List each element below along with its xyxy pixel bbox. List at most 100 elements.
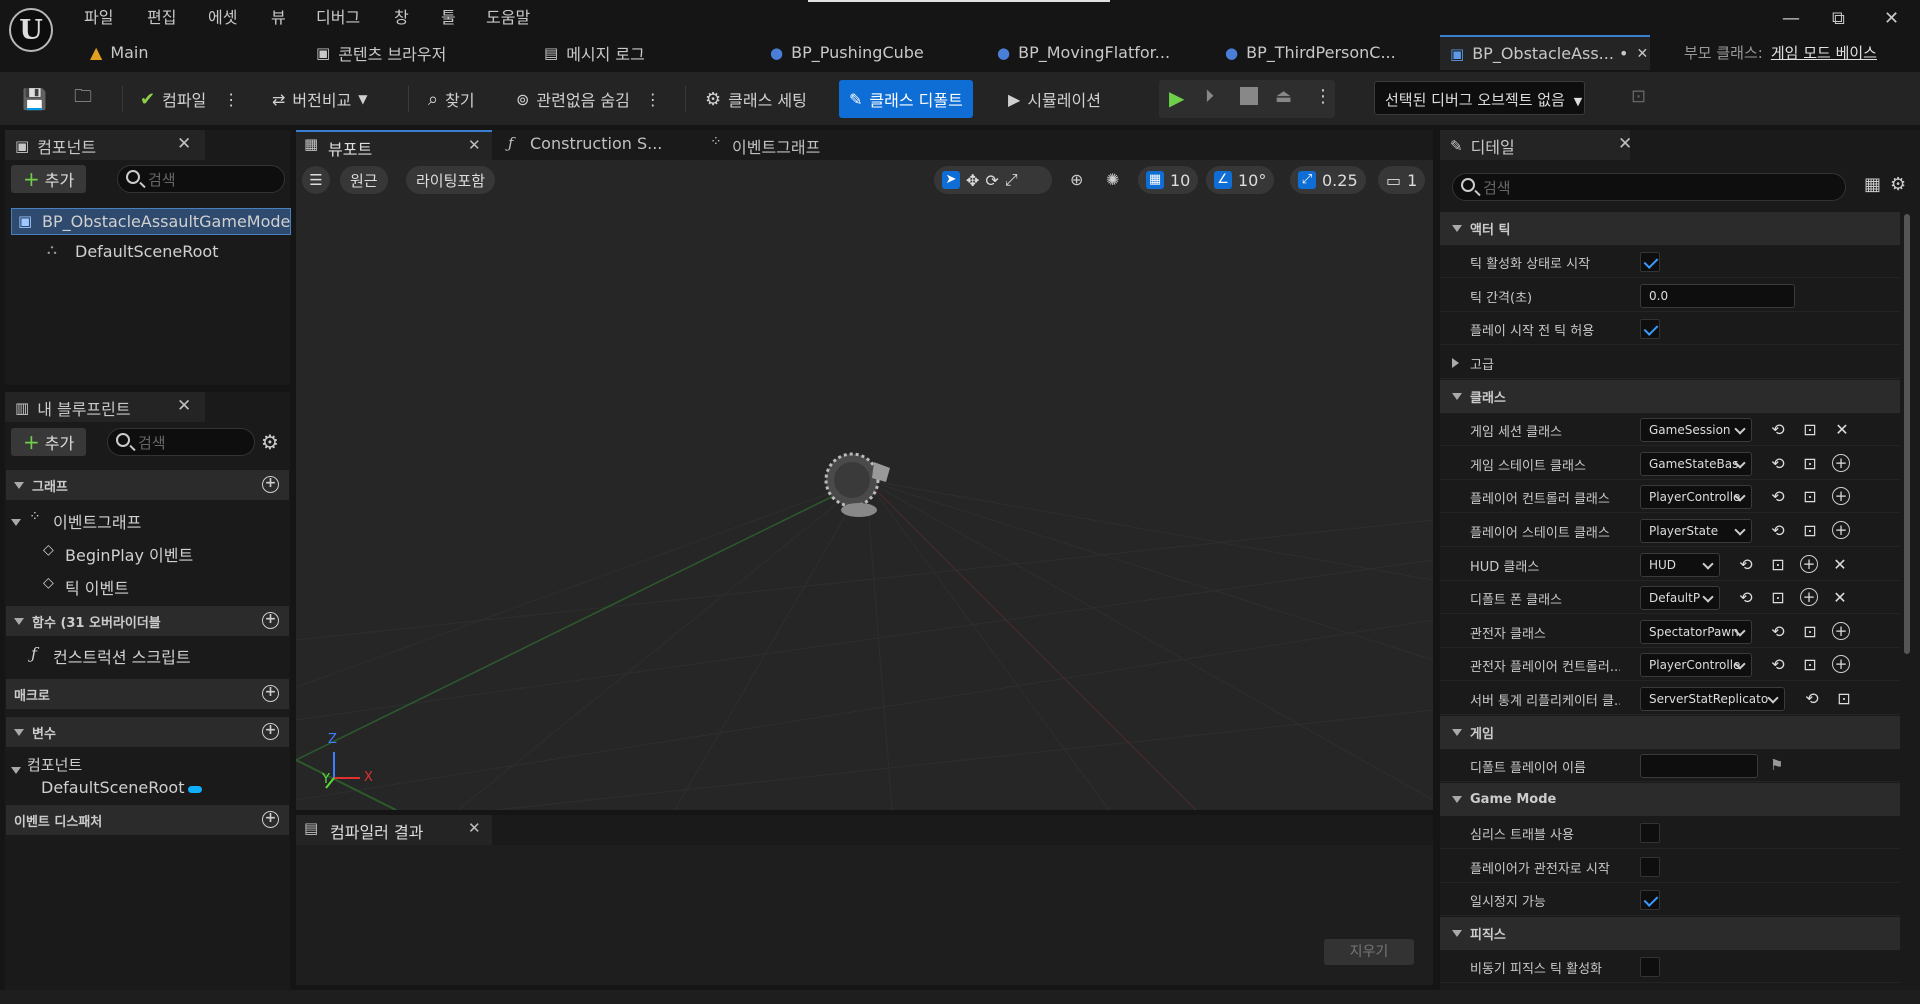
menu-tools[interactable]: 툴 — [441, 4, 456, 28]
add-macro-icon[interactable]: + — [262, 685, 279, 702]
select-icon[interactable]: ➤ — [942, 171, 960, 189]
game-session-dropdown[interactable]: GameSession — [1640, 418, 1752, 442]
menu-window[interactable]: 창 — [394, 4, 409, 28]
expand-arrow-icon[interactable] — [11, 512, 29, 530]
use-selected-icon[interactable]: ⟲ — [1736, 588, 1756, 608]
save-button[interactable]: 💾 — [22, 80, 47, 118]
tab-message-log[interactable]: ▤ 메시지 로그 — [544, 35, 645, 70]
find-button[interactable]: ⌕ 찾기 — [428, 80, 475, 118]
browse-icon[interactable]: ⊡ — [1800, 655, 1820, 675]
event-dispatchers-section[interactable]: 이벤트 디스패처 + — [6, 805, 289, 835]
close-window-button[interactable]: ✕ — [1884, 8, 1899, 29]
table-view-icon[interactable]: ▦ — [1864, 174, 1881, 195]
add-function-icon[interactable]: + — [262, 612, 279, 629]
stop-icon[interactable] — [1240, 87, 1258, 105]
tab-obstacle-assault[interactable]: ▣ BP_ObstacleAss... • ✕ — [1440, 35, 1650, 70]
section-game-mode[interactable]: Game Mode — [1440, 783, 1900, 816]
hide-unrelated-button[interactable]: ⊚ 관련없음 숨김 ⋮ — [516, 80, 661, 118]
event-graph-item[interactable]: 이벤트그래프 — [53, 509, 141, 533]
default-scene-root-item[interactable]: DefaultSceneRoot — [75, 242, 219, 261]
browse-button[interactable]: 🗀 — [74, 80, 92, 118]
minimize-button[interactable]: — — [1782, 8, 1800, 29]
default-player-name-input[interactable] — [1640, 754, 1758, 778]
tick-before-play-checkbox[interactable] — [1640, 319, 1660, 339]
menu-help[interactable]: 도움말 — [486, 4, 530, 28]
server-stat-dropdown[interactable]: ServerStatReplicato — [1640, 687, 1785, 711]
tick-event-item[interactable]: 틱 이벤트 — [65, 575, 129, 599]
clear-button[interactable]: 지우기 — [1324, 939, 1414, 965]
class-defaults-button[interactable]: ✎ 클래스 디폴트 — [839, 80, 973, 118]
gear-icon[interactable]: ⚙ — [1890, 174, 1906, 195]
tab-content-browser[interactable]: ▣ 콘텐츠 브라우저 — [316, 35, 446, 70]
tick-enabled-checkbox[interactable] — [1640, 252, 1660, 272]
compiler-results-tab[interactable]: ▤ 컴파일러 결과 ✕ — [296, 815, 492, 845]
tab-viewport[interactable]: ▦ 뷰포트 ✕ — [296, 130, 492, 160]
scale-snap[interactable]: ⤢ 0.25 — [1290, 166, 1366, 194]
tab-moving-platform[interactable]: ● BP_MovingFlatfor... — [997, 35, 1170, 70]
macros-section[interactable]: 매크로 + — [6, 679, 289, 709]
clear-icon[interactable]: ✕ — [1830, 588, 1850, 608]
clear-icon[interactable]: ✕ — [1830, 555, 1850, 575]
use-selected-icon[interactable]: ⟲ — [1768, 487, 1788, 507]
browse-icon[interactable]: ⊡ — [1768, 555, 1788, 575]
add-graph-icon[interactable]: + — [262, 476, 279, 493]
simulation-button[interactable]: ▶ 시뮬레이션 — [1008, 80, 1101, 118]
compile-button[interactable]: ✔ 컴파일 ⋮ — [140, 80, 239, 118]
section-advanced[interactable]: 고급 — [1440, 346, 1900, 379]
add-component-button[interactable]: + 추가 — [11, 165, 87, 193]
menu-file[interactable]: 파일 — [84, 4, 113, 28]
compile-options-icon[interactable]: ⋮ — [223, 90, 239, 109]
section-actor-tick[interactable]: 액터 틱 — [1440, 212, 1900, 245]
unreal-logo[interactable]: U — [9, 8, 53, 52]
components-search-input[interactable]: 검색 — [117, 165, 285, 193]
details-scrollbar[interactable] — [1900, 212, 1914, 792]
close-icon[interactable]: ✕ — [468, 819, 481, 837]
use-selected-icon[interactable]: ⟲ — [1802, 689, 1822, 709]
grid-snap[interactable]: ▦ 10 — [1138, 166, 1199, 194]
play-options-icon[interactable]: ⋮ — [1314, 86, 1332, 107]
rotate-icon[interactable]: ⟳ — [985, 171, 998, 190]
tick-interval-input[interactable]: 0.0 — [1640, 284, 1795, 308]
graphs-section[interactable]: 그래프 + — [6, 470, 289, 500]
close-icon[interactable]: ✕ — [468, 136, 481, 154]
my-blueprint-search-input[interactable]: 검색 — [107, 428, 255, 456]
viewport-canvas[interactable]: Z X Y ☰ 원근 라이팅포함 ➤ ✥ ⟳ ⤢ ⊕ ✺ ▦ 10 ∠ 10° … — [296, 160, 1433, 810]
add-icon[interactable]: + — [1832, 521, 1850, 539]
use-selected-icon[interactable]: ⟲ — [1768, 655, 1788, 675]
tab-close-icon[interactable]: ✕ — [1636, 46, 1648, 62]
clear-icon[interactable]: ✕ — [1832, 420, 1852, 440]
gear-icon[interactable]: ⚙ — [261, 430, 279, 454]
add-icon[interactable]: + — [1832, 487, 1850, 505]
lighting-button[interactable]: 라이팅포함 — [406, 166, 496, 194]
maximize-button[interactable]: ⧉ — [1832, 8, 1845, 29]
world-local-icon[interactable]: ⊕ — [1070, 170, 1083, 189]
spectator-controller-dropdown[interactable]: PlayerControlle — [1640, 653, 1752, 677]
section-classes[interactable]: 클래스 — [1440, 380, 1900, 413]
default-scene-root-variable[interactable]: DefaultSceneRoot — [41, 778, 185, 797]
add-member-button[interactable]: + 추가 — [11, 428, 87, 456]
more-options-icon[interactable]: ⋮ — [645, 90, 661, 109]
add-icon[interactable]: + — [1832, 622, 1850, 640]
add-icon[interactable]: + — [1800, 588, 1818, 606]
flag-icon[interactable]: ⚑ — [1770, 756, 1783, 774]
eject-icon[interactable]: ⏏ — [1275, 86, 1292, 107]
camera-speed[interactable]: ▭ 1 — [1378, 166, 1426, 194]
browse-icon[interactable]: ⊡ — [1834, 689, 1854, 709]
tab-pushing-cube[interactable]: ● BP_PushingCube — [770, 35, 924, 70]
menu-view[interactable]: 뷰 — [271, 4, 286, 28]
spectator-dropdown[interactable]: SpectatorPawn — [1640, 620, 1752, 644]
hud-dropdown[interactable]: HUD — [1640, 553, 1720, 577]
use-selected-icon[interactable]: ⟲ — [1736, 555, 1756, 575]
component-root-row[interactable]: ▣ BP_ObstacleAssaultGameMode — [11, 208, 291, 235]
browse-icon[interactable]: ⊡ — [1768, 588, 1788, 608]
perspective-button[interactable]: 원근 — [340, 166, 388, 194]
use-selected-icon[interactable]: ⟲ — [1768, 622, 1788, 642]
player-controller-dropdown[interactable]: PlayerControlle — [1640, 485, 1752, 509]
class-settings-button[interactable]: ⚙ 클래스 세팅 — [705, 80, 807, 118]
debug-filter-icon[interactable]: ⊡ — [1631, 86, 1646, 107]
use-selected-icon[interactable]: ⟲ — [1768, 420, 1788, 440]
step-icon[interactable]: ⏵ — [1205, 86, 1214, 107]
game-state-dropdown[interactable]: GameStateBas — [1640, 452, 1752, 476]
variables-section[interactable]: 변수 + — [6, 717, 289, 747]
menu-edit[interactable]: 편집 — [147, 4, 176, 28]
